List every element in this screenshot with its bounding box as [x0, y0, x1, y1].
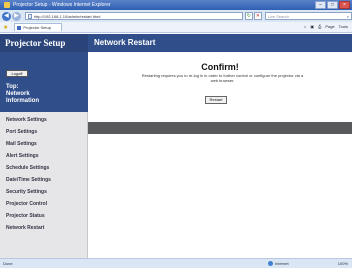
sidebar-item-port-settings[interactable]: Port Settings [0, 126, 88, 138]
favorites-icon[interactable]: ★ [3, 24, 8, 31]
tab-label: Projector Setup [23, 25, 51, 30]
address-text: http://192.168.1.10/admin/restart.html [33, 13, 101, 19]
tab-favicon [17, 25, 22, 30]
search-input[interactable]: Live Search ⌕ [264, 12, 352, 20]
web-page: Projector Setup Logoff Top: Network Info… [0, 34, 352, 258]
tools-menu[interactable]: Tools [339, 24, 348, 29]
back-button[interactable]: ◀ [2, 11, 11, 21]
feeds-button[interactable]: ▣ [310, 24, 314, 29]
forward-button[interactable]: ▶ [11, 11, 21, 21]
tab-bar: ★ Projector Setup [0, 22, 352, 33]
footer-band [88, 122, 352, 134]
confirm-title: Confirm! [201, 62, 239, 72]
sidebar-item-top-network-information[interactable]: Top: Network Information [6, 84, 39, 105]
address-bar[interactable]: http://192.168.1.10/admin/restart.html [24, 12, 243, 20]
window-titlebar: Projector Setup - Windows Internet Explo… [0, 0, 352, 10]
home-button[interactable]: ⌂ [304, 24, 306, 29]
address-toolbar: ◀ ▶ http://192.168.1.10/admin/restart.ht… [0, 10, 352, 22]
status-bar: Done Internet 100% [0, 258, 352, 268]
search-icon[interactable]: ⌕ [347, 14, 351, 19]
command-bar: ⌂ ▣ ⎙ Page Tools [304, 24, 348, 29]
zone-label: Internet [275, 261, 289, 266]
sidebar-item-date-time-settings[interactable]: Date/Time Settings [0, 174, 88, 186]
window-controls: – □ × [315, 1, 350, 9]
top-link-line-1: Top: [6, 84, 19, 90]
sidebar-item-alert-settings[interactable]: Alert Settings [0, 150, 88, 162]
maximize-button[interactable]: □ [327, 1, 338, 9]
sidebar-item-projector-control[interactable]: Projector Control [0, 198, 88, 210]
sidebar-item-network-settings[interactable]: Network Settings [0, 114, 88, 126]
confirm-message: Restarting requires you to re-log in in … [141, 73, 304, 83]
print-button[interactable]: ⎙ [318, 24, 321, 29]
window-title: Projector Setup - Windows Internet Explo… [13, 2, 111, 8]
refresh-button[interactable]: ↻ [244, 12, 253, 20]
page-menu[interactable]: Page [325, 24, 334, 29]
tab-projector-setup[interactable]: Projector Setup [14, 23, 63, 31]
top-link-line-2: Network [6, 91, 30, 97]
ie-icon [4, 2, 10, 8]
sidebar-item-mail-settings[interactable]: Mail Settings [0, 138, 88, 150]
search-placeholder: Live Search [267, 13, 289, 19]
status-text: Done [3, 261, 13, 266]
restart-button[interactable]: Restart [205, 96, 227, 104]
sidebar-item-schedule-settings[interactable]: Schedule Settings [0, 162, 88, 174]
logoff-button[interactable]: Logoff [6, 70, 28, 77]
sidebar-item-security-settings[interactable]: Security Settings [0, 186, 88, 198]
security-zone: Internet [268, 261, 289, 266]
page-header: Network Restart [88, 34, 352, 52]
brand-title: Projector Setup [0, 34, 88, 52]
sidebar-item-projector-status[interactable]: Projector Status [0, 210, 88, 222]
sidebar-menu: Network Settings Port Settings Mail Sett… [0, 114, 88, 234]
minimize-button[interactable]: – [315, 1, 326, 9]
sidebar-item-network-restart[interactable]: Network Restart [0, 222, 88, 234]
close-button[interactable]: × [339, 1, 350, 9]
globe-icon [268, 261, 273, 266]
stop-button[interactable]: ✕ [253, 12, 262, 20]
page-icon [27, 13, 32, 19]
zoom-level[interactable]: 100% [338, 261, 348, 266]
sidebar: Projector Setup Logoff Top: Network Info… [0, 34, 88, 258]
top-link-line-3: Information [6, 98, 39, 104]
